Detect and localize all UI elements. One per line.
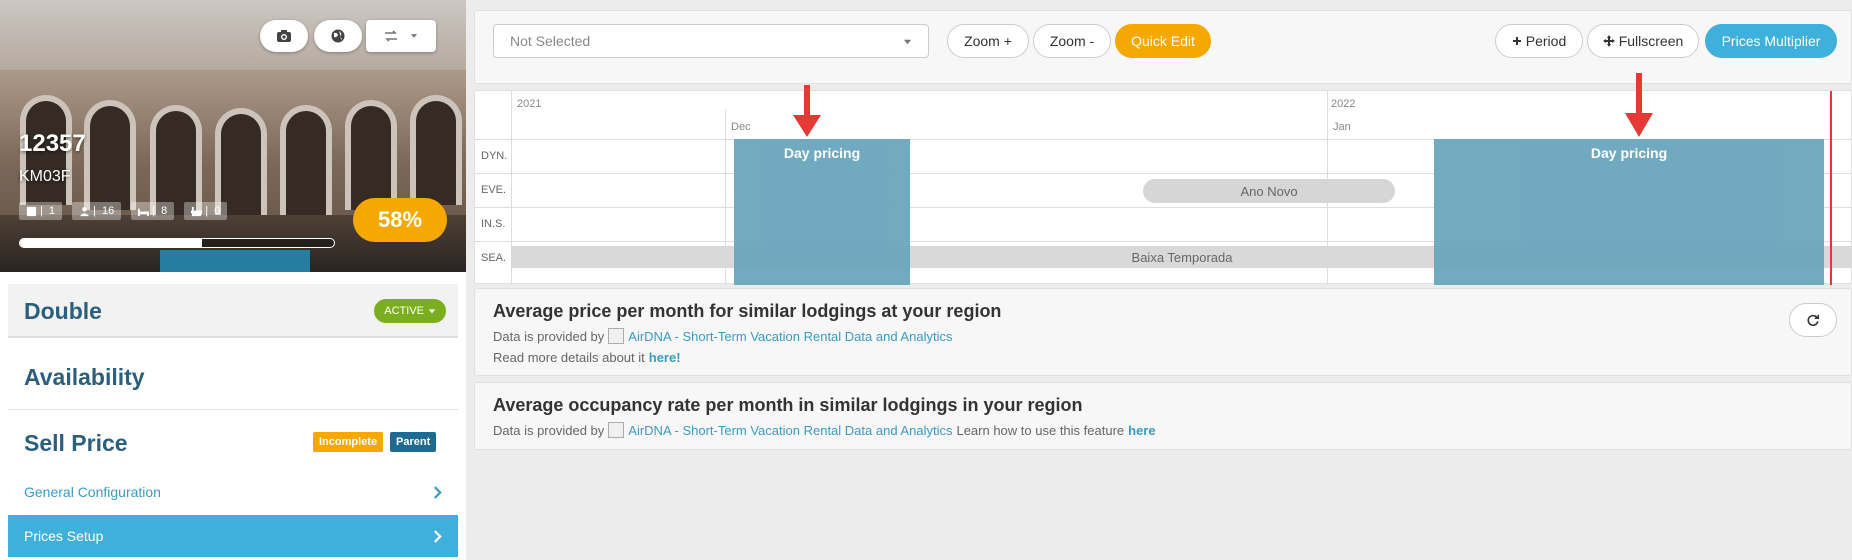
zoom-out-button[interactable]: Zoom - xyxy=(1033,24,1111,58)
bed-icon xyxy=(138,208,150,216)
airdna-logo-icon xyxy=(608,422,625,438)
room-icon xyxy=(26,206,37,216)
move-icon xyxy=(1602,35,1615,47)
zoom-in-button[interactable]: Zoom + xyxy=(947,24,1029,58)
period-select-value: Not Selected xyxy=(510,33,591,49)
availability-section[interactable]: Availability xyxy=(8,346,458,410)
average-occupancy-card: Average occupancy rate per month in simi… xyxy=(474,382,1852,450)
day-pricing-block[interactable]: Day pricing xyxy=(734,139,910,285)
airdna-link[interactable]: AirDNA - Short-Term Vacation Rental Data… xyxy=(628,329,952,344)
add-period-label: Period xyxy=(1525,33,1567,49)
fullscreen-button[interactable]: Fullscreen xyxy=(1587,24,1699,58)
arrow-down-icon xyxy=(793,85,821,137)
period-select[interactable]: Not Selected xyxy=(493,24,929,58)
occupancy-badge: 58% xyxy=(353,198,447,242)
learn-text: Learn how to use this feature xyxy=(956,422,1125,438)
prices-setup-link[interactable]: Prices Setup xyxy=(8,515,458,557)
prices-multiplier-button[interactable]: Prices Multiplier xyxy=(1705,24,1837,58)
camera-icon xyxy=(277,30,291,42)
read-more-link[interactable]: here! xyxy=(649,350,681,365)
parent-badge: Parent xyxy=(390,432,437,452)
row-label: IN.S. xyxy=(481,218,506,230)
provided-by-text: Data is provided by xyxy=(493,422,605,438)
occupancy-progress-bar xyxy=(19,238,335,248)
room-type-header: Double ACTIVE xyxy=(8,284,458,338)
property-photo: 12357 KM03F | 1 | 16 | 8 | 0 58% xyxy=(0,0,466,272)
status-dropdown[interactable]: ACTIVE xyxy=(374,299,446,323)
year-label: 2022 xyxy=(1331,98,1356,110)
row-label: DYN. xyxy=(481,150,508,162)
average-price-title: Average price per month for similar lodg… xyxy=(493,301,1002,321)
progress-fill xyxy=(20,239,203,247)
globe-icon xyxy=(331,29,345,43)
caret-down-icon xyxy=(410,34,418,38)
month-label: Dec xyxy=(731,121,751,133)
caret-down-icon xyxy=(903,39,912,44)
arrow-down-icon xyxy=(1625,73,1653,137)
refresh-icon xyxy=(1807,314,1820,326)
plus-icon xyxy=(1512,37,1521,45)
event-pill[interactable]: Ano Novo xyxy=(1143,179,1395,203)
general-configuration-label: General Configuration xyxy=(24,484,161,500)
rooms-chip: | 1 xyxy=(19,202,63,220)
transfer-icon xyxy=(385,30,397,42)
beds-chip: | 8 xyxy=(131,202,175,220)
sell-price-title: Sell Price xyxy=(24,430,128,456)
caret-down-icon xyxy=(428,309,436,314)
globe-button[interactable] xyxy=(314,20,362,52)
provided-by-text: Data is provided by xyxy=(493,328,605,344)
general-configuration-link[interactable]: General Configuration xyxy=(8,471,458,513)
read-more-text: Read more details about it xyxy=(493,350,645,365)
chevron-right-icon xyxy=(434,529,442,543)
row-label: EVE. xyxy=(481,184,507,196)
year-label: 2021 xyxy=(517,98,542,110)
today-marker xyxy=(1830,91,1832,285)
row-label: SEA. xyxy=(481,252,507,264)
room-type-title: Double xyxy=(24,298,102,324)
airdna-link[interactable]: AirDNA - Short-Term Vacation Rental Data… xyxy=(628,423,952,438)
baths-chip: | 0 xyxy=(184,202,228,220)
bath-icon xyxy=(191,206,203,216)
average-price-card: Average price per month for similar lodg… xyxy=(474,288,1852,376)
prices-setup-label: Prices Setup xyxy=(24,528,104,544)
property-stats: | 1 | 16 | 8 | 0 xyxy=(19,202,228,220)
airdna-logo-icon xyxy=(608,328,625,344)
property-id: 12357 xyxy=(19,130,86,157)
property-code: KM03F xyxy=(19,168,71,185)
average-occupancy-title: Average occupancy rate per month in simi… xyxy=(493,395,1083,415)
refresh-button[interactable] xyxy=(1789,303,1837,337)
learn-link[interactable]: here xyxy=(1128,423,1155,438)
guests-chip: | 16 xyxy=(72,202,122,220)
incomplete-badge: Incomplete xyxy=(313,432,384,452)
availability-title: Availability xyxy=(24,364,145,390)
user-icon xyxy=(79,206,90,216)
quick-edit-button[interactable]: Quick Edit xyxy=(1115,24,1211,58)
camera-button[interactable] xyxy=(260,20,308,52)
add-period-button[interactable]: Period xyxy=(1495,24,1583,58)
transfer-dropdown[interactable] xyxy=(366,20,436,52)
status-label: ACTIVE xyxy=(384,305,424,317)
month-label: Jan xyxy=(1333,121,1351,133)
chevron-right-icon xyxy=(434,485,442,499)
fullscreen-label: Fullscreen xyxy=(1618,33,1684,49)
sidebar: 12357 KM03F | 1 | 16 | 8 | 0 58% Double … xyxy=(0,0,466,560)
pricing-timeline: 2021 2022 Dec Jan DYN. EVE. IN.S. SEA. B… xyxy=(474,73,1852,285)
day-pricing-block[interactable]: Day pricing xyxy=(1434,139,1824,285)
